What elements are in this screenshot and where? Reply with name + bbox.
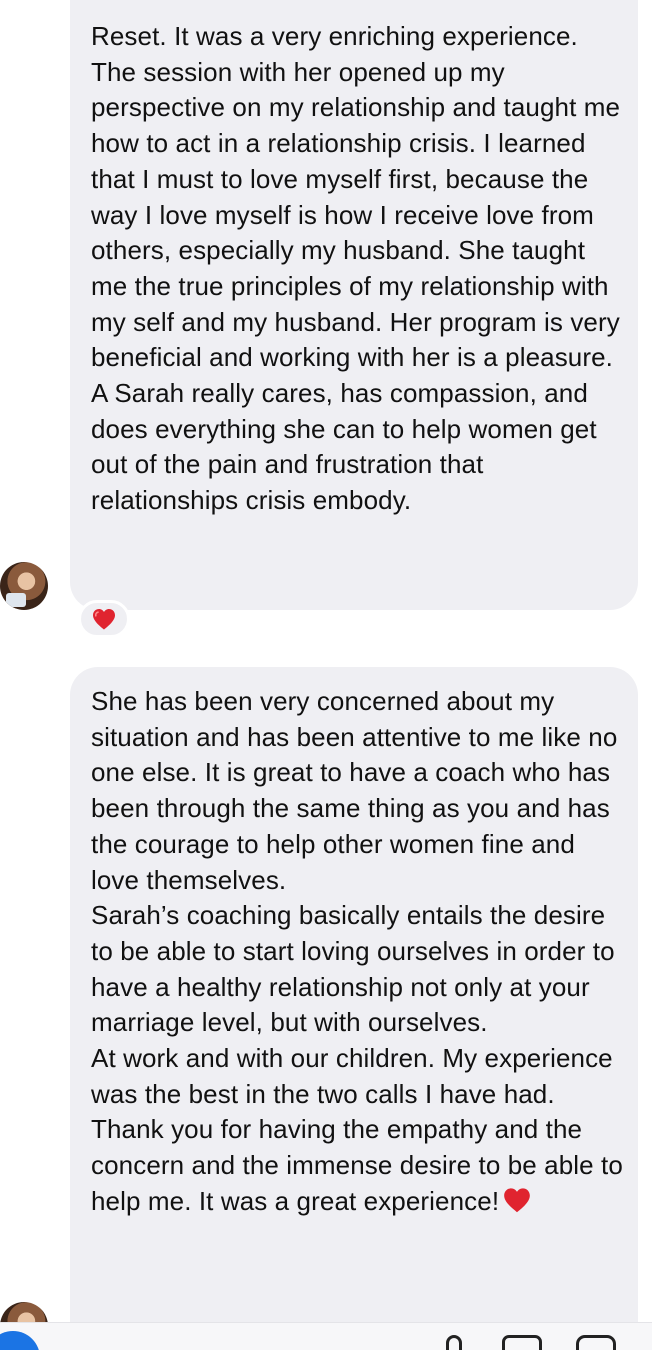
- message-2-paragraph-1: She has been very concerned about my sit…: [91, 686, 618, 895]
- sticker-icon[interactable]: [576, 1335, 616, 1350]
- avatar-detail: [6, 593, 26, 607]
- message-2-paragraph-3-text: At work and with our children. My experi…: [91, 1043, 623, 1216]
- chat-screen: Reset. It was a very enriching experienc…: [0, 0, 652, 1350]
- message-2-paragraph-3: At work and with our children. My experi…: [91, 1041, 624, 1220]
- sender-avatar[interactable]: [0, 562, 48, 610]
- message-bubble-1[interactable]: Reset. It was a very enriching experienc…: [70, 0, 638, 610]
- message-2-paragraph-2: Sarah’s coaching basically entails the d…: [91, 900, 615, 1038]
- red-heart-icon: [504, 1188, 531, 1213]
- message-1-text: Reset. It was a very enriching experienc…: [91, 21, 621, 516]
- red-heart-icon: [93, 609, 115, 630]
- message-bubble-2[interactable]: She has been very concerned about my sit…: [70, 667, 638, 1350]
- microphone-icon[interactable]: [446, 1335, 462, 1350]
- photo-icon[interactable]: [502, 1335, 542, 1350]
- composer-bar: [0, 1322, 652, 1350]
- app-button[interactable]: [0, 1331, 40, 1350]
- message-reaction[interactable]: [78, 600, 130, 638]
